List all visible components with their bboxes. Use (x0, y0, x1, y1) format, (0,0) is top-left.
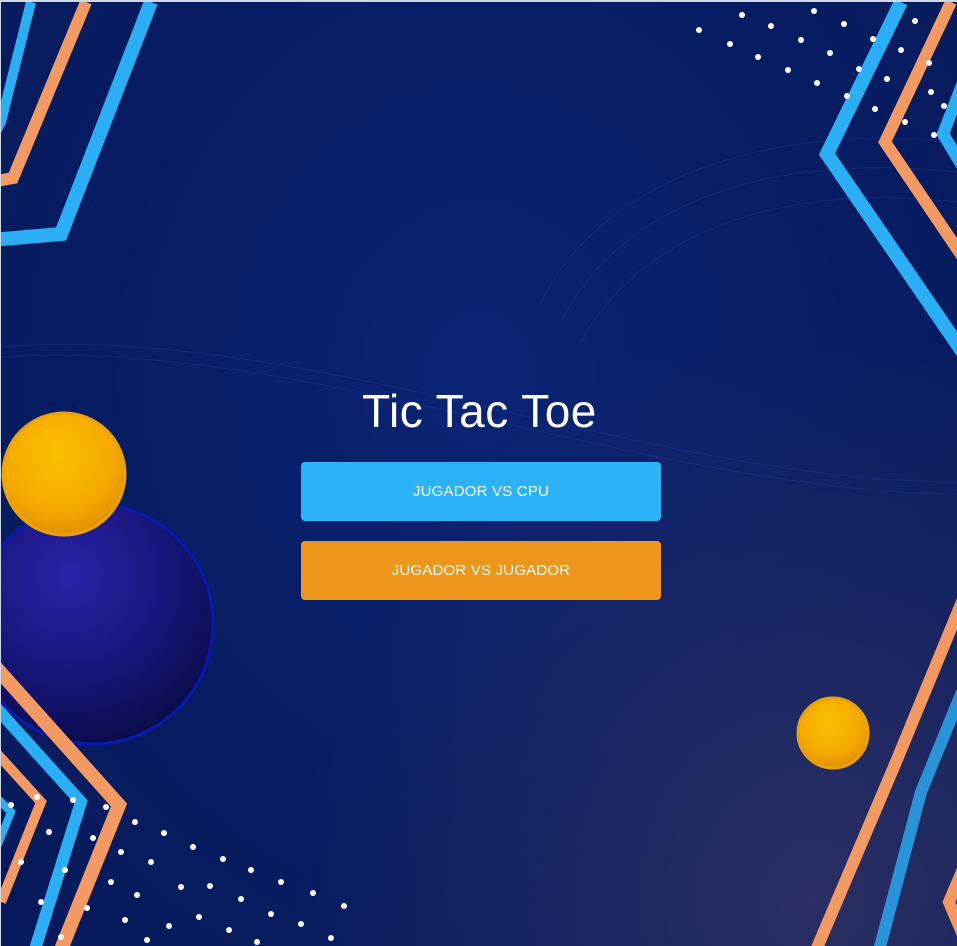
page-title: Tic Tac Toe (362, 385, 597, 437)
gold-ball-small (796, 696, 870, 770)
wave-lines (1, 137, 957, 495)
player-vs-cpu-button[interactable]: JUGADOR VS CPU (301, 462, 661, 521)
top-right-dots (696, 8, 947, 138)
app-screen: Tic Tac Toe JUGADOR VS CPU JUGADOR VS JU… (0, 0, 957, 946)
top-right-chevrons (818, 2, 957, 357)
player-vs-player-button[interactable]: JUGADOR VS JUGADOR (301, 541, 661, 600)
top-left-chevrons (1, 2, 158, 247)
